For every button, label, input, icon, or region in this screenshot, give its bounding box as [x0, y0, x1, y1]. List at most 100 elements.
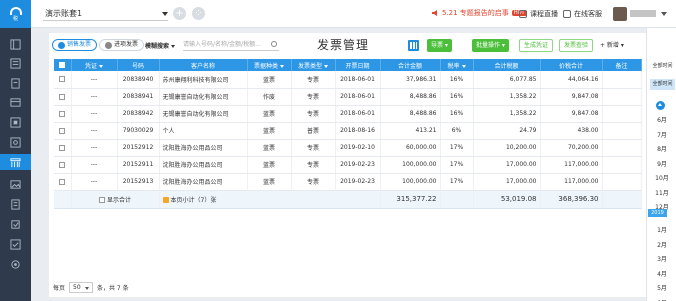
invoice-tabs: 销售发票 进项发票	[52, 39, 145, 51]
cell-voucher: ---	[71, 71, 118, 89]
row-checkbox[interactable]	[54, 156, 72, 174]
select-all-checkbox[interactable]	[54, 59, 72, 71]
month-item[interactable]: 3月	[647, 254, 676, 263]
search-icon[interactable]	[271, 41, 277, 47]
cell-tax: 1,358.22	[473, 105, 541, 123]
cell-tax: 1,358.22	[473, 88, 541, 106]
all-time-selected[interactable]: 全部时间	[650, 79, 675, 90]
row-checkbox[interactable]	[54, 173, 72, 191]
cell-total: 9,847.08	[540, 105, 603, 123]
table-row[interactable]: --- 20152912 沈阳胜海办公用品公司 蓝票 专票 2019-02-10 60,00…	[54, 139, 642, 157]
avatar[interactable]	[613, 7, 627, 21]
search-input[interactable]: 请输入号码/名称/金额/税额...	[183, 39, 279, 51]
month-item[interactable]: 10月	[647, 173, 676, 182]
nav-stamp-icon[interactable]	[8, 219, 23, 230]
sum-amount: 315,377.22	[380, 190, 441, 209]
row-checkbox[interactable]	[54, 71, 72, 89]
table-row[interactable]: --- 20838940 苏州康翔利科技有限公司 蓝票 专票 2018-06-01 37,9…	[54, 71, 642, 89]
column-settings-icon[interactable]	[408, 40, 419, 51]
nav-image-icon[interactable]	[8, 179, 23, 190]
cell-remark	[602, 173, 642, 191]
nav-invoice-icon[interactable]	[0, 154, 31, 170]
tab-sales-label: 销售发票	[67, 41, 92, 48]
live-course-link[interactable]: 课程直播	[519, 9, 558, 19]
cell-client: 沈阳胜海办公用品公司	[159, 173, 248, 191]
table-row[interactable]: --- 79030029 个人 蓝票 普票 2018-08-16 413.21 6% 24.79…	[54, 122, 642, 140]
promo-notice[interactable]: 5.21 专题报告的启事 HOT	[431, 8, 527, 18]
month-item[interactable]: 8月	[647, 144, 676, 153]
show-total-checkbox[interactable]	[99, 197, 106, 203]
year-badge: 2019	[648, 209, 667, 217]
grid-apps-icon[interactable]: ⁘	[192, 7, 205, 20]
row-checkbox[interactable]	[54, 122, 72, 140]
user-name-redacted[interactable]	[630, 10, 656, 17]
month-item[interactable]: 2月	[647, 240, 676, 249]
sum-rate-blank	[440, 190, 474, 209]
generate-voucher-button[interactable]: 生成凭证	[519, 39, 554, 52]
account-select[interactable]: 演示账套1	[43, 7, 168, 21]
nav-report-icon[interactable]	[8, 78, 23, 89]
cell-client: 沈阳胜海办公用品公司	[159, 156, 248, 174]
month-item[interactable]: 1月	[647, 225, 676, 234]
month-item[interactable]: 11月	[647, 188, 676, 197]
checkbox-box	[59, 178, 66, 185]
month-item[interactable]: 9月	[647, 159, 676, 168]
nav-assets-icon[interactable]	[8, 117, 23, 128]
col-kind[interactable]: 票据种类	[247, 59, 292, 71]
cell-kind: 蓝票	[247, 156, 292, 174]
tab-sales-invoice[interactable]: 销售发票	[52, 39, 98, 51]
summary-row: 显示合计 本页小计（7）张 315,377.22 53,019.08 368,3…	[54, 190, 642, 209]
nav-document-icon[interactable]	[8, 199, 23, 210]
cell-tax: 17,000.00	[473, 156, 541, 174]
nav-check-icon[interactable]	[8, 239, 23, 250]
cell-total: 70,200.00	[540, 139, 603, 157]
col-remark: 备注	[602, 59, 642, 71]
row-checkbox[interactable]	[54, 88, 72, 106]
cell-amount: 37,986.31	[380, 71, 441, 89]
month-item[interactable]: 6月	[647, 298, 676, 301]
add-account-icon[interactable]: +	[173, 7, 186, 20]
tab-purchase-invoice[interactable]: 进项发票	[99, 39, 145, 51]
nav-tax-icon[interactable]	[8, 137, 23, 148]
month-item[interactable]: 6月	[647, 115, 676, 124]
add-button[interactable]: + 新增 ▾	[600, 40, 624, 49]
invoice-panel: 销售发票 进项发票 模糊搜索 请输入号码/名称/金额/税额... 发票管理 导票…	[49, 33, 646, 297]
cell-remark	[602, 139, 642, 157]
cell-kind: 蓝票	[247, 173, 292, 191]
app-logo: 税	[0, 0, 31, 28]
col-voucher[interactable]: 凭证	[71, 59, 118, 71]
table-row[interactable]: --- 20838942 无锡康誉自动化有限公司 蓝票 专票 2018-06-01 8,48…	[54, 105, 642, 123]
row-checkbox[interactable]	[54, 105, 72, 123]
time-filter: 全部时间 全部时间 6月 7月 8月 9月 10月 11月 12月 2019 1月 2月 3月 4…	[646, 28, 676, 301]
per-page-select[interactable]: 50	[69, 282, 94, 293]
nav-wallet-icon[interactable]	[8, 97, 23, 108]
cell-kind: 蓝票	[247, 71, 292, 89]
import-button[interactable]: 导票 ▾	[427, 39, 452, 52]
nav-ledger-icon[interactable]	[8, 39, 23, 50]
cell-voucher: ---	[71, 173, 118, 191]
cell-rate: 17%	[440, 156, 474, 174]
row-checkbox[interactable]	[54, 139, 72, 157]
col-rate[interactable]: 税率	[440, 59, 474, 71]
cell-remark	[602, 122, 642, 140]
month-item[interactable]: 4月	[647, 269, 676, 278]
table-row[interactable]: --- 20152913 沈阳胜海办公用品公司 蓝票 专票 2019-02-23 100,0…	[54, 173, 642, 191]
table-row[interactable]: --- 20838941 无锡康誉自动化有限公司 作废 专票 2018-06-01 8,48…	[54, 88, 642, 106]
nav-settings-icon[interactable]	[8, 259, 23, 270]
search-mode-select[interactable]: 模糊搜索	[145, 41, 175, 50]
scroll-up-icon[interactable]	[656, 101, 665, 110]
cell-type: 专票	[291, 71, 336, 89]
batch-button[interactable]: 批量操作 ▾	[472, 39, 509, 52]
nav-voucher-icon[interactable]	[8, 58, 23, 69]
month-item[interactable]: 7月	[647, 130, 676, 139]
month-item[interactable]: 5月	[647, 283, 676, 292]
check-invoice-button[interactable]: 发票查验	[559, 39, 594, 52]
all-time-button[interactable]: 全部时间	[650, 61, 675, 72]
table-row[interactable]: --- 20152911 沈阳胜海办公用品公司 蓝票 专票 2019-02-23 100,0…	[54, 156, 642, 174]
user-menu-chevron-icon[interactable]	[661, 12, 667, 16]
sum-remark-blank	[602, 190, 642, 209]
show-total-toggle[interactable]: 显示合计	[71, 190, 160, 209]
cell-voucher: ---	[71, 88, 118, 106]
col-type[interactable]: 发票类型	[291, 59, 336, 71]
online-service-link[interactable]: 在线客服	[563, 9, 602, 19]
